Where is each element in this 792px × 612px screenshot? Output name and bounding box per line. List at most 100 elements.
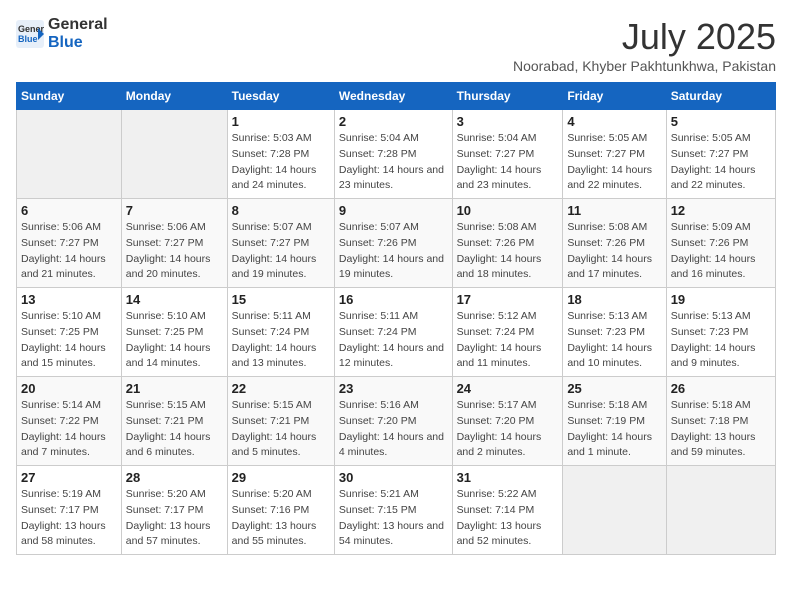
day-info: Sunrise: 5:09 AMSunset: 7:26 PMDaylight:…	[671, 220, 771, 283]
title-section: July 2025 Noorabad, Khyber Pakhtunkhwa, …	[513, 16, 776, 74]
calendar-cell: 18Sunrise: 5:13 AMSunset: 7:23 PMDayligh…	[563, 288, 666, 377]
weekday-header-friday: Friday	[563, 83, 666, 110]
day-number: 22	[232, 381, 330, 396]
calendar-cell: 10 Sunrise: 5:08 AMSunset: 7:26 PMDayligh…	[452, 199, 563, 288]
day-number: 2	[339, 114, 448, 129]
calendar-cell: 4 Sunrise: 5:05 AMSunset: 7:27 PMDaylight…	[563, 110, 666, 199]
location-title: Noorabad, Khyber Pakhtunkhwa, Pakistan	[513, 58, 776, 74]
calendar-cell: 31 Sunrise: 5:22 AMSunset: 7:14 PMDayligh…	[452, 466, 563, 555]
calendar-cell: 22 Sunrise: 5:15 AMSunset: 7:21 PMDayligh…	[227, 377, 334, 466]
day-number: 20	[21, 381, 117, 396]
calendar-cell: 21 Sunrise: 5:15 AMSunset: 7:21 PMDayligh…	[121, 377, 227, 466]
day-number: 5	[671, 114, 771, 129]
day-info: Sunrise: 5:14 AMSunset: 7:22 PMDaylight:…	[21, 398, 117, 461]
calendar-cell: 14 Sunrise: 5:10 AMSunset: 7:25 PMDayligh…	[121, 288, 227, 377]
day-number: 6	[21, 203, 117, 218]
calendar-cell: 24 Sunrise: 5:17 AMSunset: 7:20 PMDayligh…	[452, 377, 563, 466]
day-number: 25	[567, 381, 661, 396]
calendar-cell: 1Sunrise: 5:03 AMSunset: 7:28 PMDaylight…	[227, 110, 334, 199]
day-number: 23	[339, 381, 448, 396]
day-info: Sunrise: 5:19 AMSunset: 7:17 PMDaylight:…	[21, 487, 117, 550]
day-info: Sunrise: 5:17 AMSunset: 7:20 PMDaylight:…	[457, 398, 559, 461]
day-number: 13	[21, 292, 117, 307]
calendar-cell	[563, 466, 666, 555]
calendar-cell: 19 Sunrise: 5:13 AMSunset: 7:23 PMDayligh…	[666, 288, 775, 377]
day-info: Sunrise: 5:13 AMSunset: 7:23 PMDaylight:…	[671, 309, 771, 372]
day-number: 19	[671, 292, 771, 307]
weekday-header-row: SundayMondayTuesdayWednesdayThursdayFrid…	[17, 83, 776, 110]
logo-icon: General Blue	[16, 20, 44, 48]
day-info: Sunrise: 5:18 AMSunset: 7:19 PMDaylight:…	[567, 398, 661, 461]
day-number: 17	[457, 292, 559, 307]
day-info: Sunrise: 5:11 AMSunset: 7:24 PMDaylight:…	[339, 309, 448, 372]
day-info: Sunrise: 5:16 AMSunset: 7:20 PMDaylight:…	[339, 398, 448, 461]
month-title: July 2025	[513, 16, 776, 58]
calendar-cell: 20 Sunrise: 5:14 AMSunset: 7:22 PMDayligh…	[17, 377, 122, 466]
day-info: Sunrise: 5:04 AMSunset: 7:27 PMDaylight:…	[457, 131, 559, 194]
calendar-cell: 6 Sunrise: 5:06 AMSunset: 7:27 PMDaylight…	[17, 199, 122, 288]
day-number: 8	[232, 203, 330, 218]
day-info: Sunrise: 5:05 AMSunset: 7:27 PMDaylight:…	[567, 131, 661, 194]
calendar-cell: 17Sunrise: 5:12 AMSunset: 7:24 PMDayligh…	[452, 288, 563, 377]
day-info: Sunrise: 5:21 AMSunset: 7:15 PMDaylight:…	[339, 487, 448, 550]
day-info: Sunrise: 5:08 AMSunset: 7:26 PMDaylight:…	[567, 220, 661, 283]
calendar-cell: 5 Sunrise: 5:05 AMSunset: 7:27 PMDaylight…	[666, 110, 775, 199]
day-info: Sunrise: 5:22 AMSunset: 7:14 PMDaylight:…	[457, 487, 559, 550]
day-info: Sunrise: 5:07 AMSunset: 7:27 PMDaylight:…	[232, 220, 330, 283]
page-header: General Blue General Blue July 2025 Noor…	[16, 16, 776, 74]
weekday-header-wednesday: Wednesday	[334, 83, 452, 110]
week-row-5: 27 Sunrise: 5:19 AMSunset: 7:17 PMDayligh…	[17, 466, 776, 555]
calendar-table: SundayMondayTuesdayWednesdayThursdayFrid…	[16, 82, 776, 555]
week-row-4: 20 Sunrise: 5:14 AMSunset: 7:22 PMDayligh…	[17, 377, 776, 466]
day-number: 31	[457, 470, 559, 485]
calendar-cell: 16Sunrise: 5:11 AMSunset: 7:24 PMDayligh…	[334, 288, 452, 377]
day-number: 27	[21, 470, 117, 485]
day-number: 10	[457, 203, 559, 218]
day-info: Sunrise: 5:13 AMSunset: 7:23 PMDaylight:…	[567, 309, 661, 372]
calendar-cell	[121, 110, 227, 199]
week-row-1: 1Sunrise: 5:03 AMSunset: 7:28 PMDaylight…	[17, 110, 776, 199]
logo-general-text: General	[48, 16, 108, 33]
day-number: 1	[232, 114, 330, 129]
day-number: 3	[457, 114, 559, 129]
day-number: 9	[339, 203, 448, 218]
day-info: Sunrise: 5:07 AMSunset: 7:26 PMDaylight:…	[339, 220, 448, 283]
day-number: 4	[567, 114, 661, 129]
day-number: 29	[232, 470, 330, 485]
day-info: Sunrise: 5:10 AMSunset: 7:25 PMDaylight:…	[126, 309, 223, 372]
day-info: Sunrise: 5:06 AMSunset: 7:27 PMDaylight:…	[21, 220, 117, 283]
svg-text:Blue: Blue	[18, 34, 38, 44]
calendar-cell: 12Sunrise: 5:09 AMSunset: 7:26 PMDayligh…	[666, 199, 775, 288]
weekday-header-sunday: Sunday	[17, 83, 122, 110]
calendar-cell: 30 Sunrise: 5:21 AMSunset: 7:15 PMDayligh…	[334, 466, 452, 555]
calendar-cell: 9 Sunrise: 5:07 AMSunset: 7:26 PMDaylight…	[334, 199, 452, 288]
week-row-3: 13 Sunrise: 5:10 AMSunset: 7:25 PMDayligh…	[17, 288, 776, 377]
day-number: 14	[126, 292, 223, 307]
day-info: Sunrise: 5:08 AMSunset: 7:26 PMDaylight:…	[457, 220, 559, 283]
weekday-header-thursday: Thursday	[452, 83, 563, 110]
logo: General Blue General Blue	[16, 16, 108, 52]
calendar-cell	[17, 110, 122, 199]
day-info: Sunrise: 5:15 AMSunset: 7:21 PMDaylight:…	[126, 398, 223, 461]
day-number: 11	[567, 203, 661, 218]
calendar-cell: 28 Sunrise: 5:20 AMSunset: 7:17 PMDayligh…	[121, 466, 227, 555]
weekday-header-saturday: Saturday	[666, 83, 775, 110]
day-number: 30	[339, 470, 448, 485]
calendar-cell: 25 Sunrise: 5:18 AMSunset: 7:19 PMDayligh…	[563, 377, 666, 466]
day-info: Sunrise: 5:20 AMSunset: 7:17 PMDaylight:…	[126, 487, 223, 550]
day-info: Sunrise: 5:18 AMSunset: 7:18 PMDaylight:…	[671, 398, 771, 461]
calendar-cell: 11 Sunrise: 5:08 AMSunset: 7:26 PMDayligh…	[563, 199, 666, 288]
calendar-cell: 7Sunrise: 5:06 AMSunset: 7:27 PMDaylight…	[121, 199, 227, 288]
day-info: Sunrise: 5:15 AMSunset: 7:21 PMDaylight:…	[232, 398, 330, 461]
day-number: 28	[126, 470, 223, 485]
calendar-cell: 26Sunrise: 5:18 AMSunset: 7:18 PMDayligh…	[666, 377, 775, 466]
day-number: 24	[457, 381, 559, 396]
calendar-cell: 8 Sunrise: 5:07 AMSunset: 7:27 PMDaylight…	[227, 199, 334, 288]
calendar-cell: 13Sunrise: 5:10 AMSunset: 7:25 PMDayligh…	[17, 288, 122, 377]
day-info: Sunrise: 5:05 AMSunset: 7:27 PMDaylight:…	[671, 131, 771, 194]
weekday-header-monday: Monday	[121, 83, 227, 110]
week-row-2: 6 Sunrise: 5:06 AMSunset: 7:27 PMDaylight…	[17, 199, 776, 288]
day-number: 21	[126, 381, 223, 396]
calendar-cell: 27 Sunrise: 5:19 AMSunset: 7:17 PMDayligh…	[17, 466, 122, 555]
calendar-cell: 2Sunrise: 5:04 AMSunset: 7:28 PMDaylight…	[334, 110, 452, 199]
